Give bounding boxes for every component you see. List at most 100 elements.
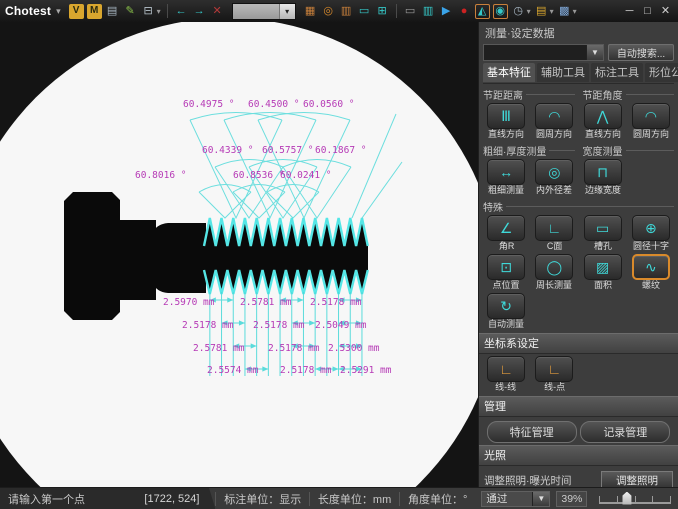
tab-3[interactable]: 标注工具 bbox=[591, 63, 643, 82]
tool-thread[interactable]: ∿螺纹 bbox=[628, 254, 674, 292]
stage-canvas[interactable]: 60.4975 °60.4500 °60.0560 °60.4339 °60.5… bbox=[0, 22, 478, 487]
special-tools: ∠角R∟C面▭槽孔⊕圆径十字 ⊡点位置◯周长测量▨面积∿螺纹 ↻ 自动测量 bbox=[483, 215, 674, 331]
width-title: 宽度测量 bbox=[583, 143, 623, 158]
tool-linear-pitch[interactable]: Ⅲ直线方向 bbox=[483, 103, 529, 141]
pass-dropdown[interactable]: 通过 ▼ bbox=[481, 491, 550, 507]
width-section-headers: 粗细·厚度测量 宽度测量 bbox=[483, 143, 674, 158]
chevron-down-icon[interactable]: ▾ bbox=[279, 4, 295, 19]
annotation-unit: 标注单位：显示 bbox=[216, 491, 309, 507]
back-arrow-icon[interactable]: ← bbox=[174, 4, 189, 19]
tool-circular-angle[interactable]: ◠圆周方向 bbox=[628, 103, 674, 141]
print-dropdown-icon[interactable]: ▾ bbox=[157, 7, 161, 16]
app-menu[interactable]: Chotest bbox=[5, 4, 51, 18]
tab-4[interactable]: 形位公差 bbox=[645, 63, 678, 82]
area-icon: ▨ bbox=[596, 260, 609, 274]
preset-combobox[interactable]: ▾ bbox=[232, 3, 296, 20]
adjust-light-button[interactable]: 调整照明 bbox=[601, 471, 673, 487]
pitch-value-label: 2.5049 mm bbox=[315, 320, 367, 331]
manage-section-bar[interactable]: 管理 bbox=[479, 396, 678, 417]
measurement-viewport[interactable]: 60.4975 °60.4500 °60.0560 °60.4339 °60.5… bbox=[0, 22, 478, 487]
tool-chamfer[interactable]: ∟C面 bbox=[531, 215, 577, 253]
forward-arrow-icon[interactable]: → bbox=[192, 4, 207, 19]
tool-label: 螺纹 bbox=[642, 281, 660, 292]
coordinate-section-bar[interactable]: 坐标系设定 bbox=[479, 333, 678, 354]
delete-icon[interactable]: ✕ bbox=[210, 4, 225, 19]
manage-buttons: 特征管理记录管理 bbox=[483, 421, 674, 443]
image-search-icon[interactable]: ▦ bbox=[303, 4, 318, 19]
tool-label: 点位置 bbox=[493, 281, 520, 292]
status-message: 请输入第一个点 bbox=[8, 491, 144, 507]
image-adjust-icon[interactable]: ▩ bbox=[557, 4, 572, 19]
maximize-icon[interactable]: □ bbox=[640, 4, 655, 19]
tool-perimeter[interactable]: ◯周长测量 bbox=[531, 254, 577, 292]
tool-line-line[interactable]: ∟线-线 bbox=[483, 356, 529, 394]
tool-edge-width[interactable]: ⊓边缘宽度 bbox=[580, 159, 626, 197]
tool-slot[interactable]: ▭槽孔 bbox=[580, 215, 626, 253]
app-menu-arrow-icon[interactable]: ▾ bbox=[56, 6, 61, 17]
linear-angle-icon: ⋀ bbox=[597, 109, 608, 123]
preset-dropdown[interactable]: ▼ bbox=[483, 44, 604, 61]
pitch-value-label: 2.5178 mm bbox=[268, 343, 320, 354]
tool-area[interactable]: ▨面积 bbox=[580, 254, 626, 292]
light-percent-field[interactable]: 39% bbox=[556, 491, 587, 507]
edit-report-icon[interactable]: ✎ bbox=[123, 4, 138, 19]
auto-detect-shape-icon[interactable]: ◭ bbox=[475, 4, 490, 19]
zoom-search-icon[interactable]: ◎ bbox=[321, 4, 336, 19]
auto-search-button[interactable]: 自动搜索... bbox=[608, 44, 674, 61]
close-icon[interactable]: ✕ bbox=[658, 4, 673, 19]
image-adjust-dropdown-icon[interactable]: ▾ bbox=[573, 7, 577, 16]
special-section-header: 特殊 bbox=[483, 199, 674, 214]
tool-point-position[interactable]: ⊡点位置 bbox=[483, 254, 529, 292]
monitor-icon[interactable]: ▭ bbox=[357, 4, 372, 19]
project-v-icon[interactable]: V bbox=[69, 4, 84, 19]
tool-auto-measure[interactable]: ↻ 自动测量 bbox=[483, 293, 529, 331]
preset-row: ▼ 自动搜索... bbox=[483, 44, 674, 61]
calibration-icon[interactable]: ⊞ bbox=[375, 4, 390, 19]
tool-linear-angle[interactable]: ⋀直线方向 bbox=[580, 103, 626, 141]
angle-value-label: 60.4339 ° bbox=[202, 145, 253, 156]
tool-label: 内外径差 bbox=[536, 186, 572, 197]
tab-1[interactable]: 基本特征 bbox=[483, 63, 535, 82]
print-icon[interactable]: ⊟ bbox=[141, 4, 156, 19]
perimeter-icon: ◯ bbox=[547, 260, 563, 274]
histogram-icon[interactable]: ▥ bbox=[339, 4, 354, 19]
pitch-value-label: 2.5781 mm bbox=[240, 297, 292, 308]
feature-manage-button[interactable]: 特征管理 bbox=[487, 421, 577, 443]
tool-line-point[interactable]: ∟线-点 bbox=[531, 356, 577, 394]
slider-thumb[interactable] bbox=[622, 492, 631, 505]
light-section-bar[interactable]: 光照 bbox=[479, 445, 678, 466]
record-manage-button[interactable]: 记录管理 bbox=[580, 421, 670, 443]
save-icon[interactable]: ▤ bbox=[105, 4, 120, 19]
auto-measure-icon: ↻ bbox=[500, 299, 512, 313]
tool-circular-pitch[interactable]: ◠圆周方向 bbox=[531, 103, 577, 141]
scan-lines-icon[interactable]: ▥ bbox=[421, 4, 436, 19]
roi-rect-icon[interactable]: ▭ bbox=[403, 4, 418, 19]
tool-thickness[interactable]: ↔粗细测量 bbox=[483, 159, 529, 197]
tool-circle-cross[interactable]: ⊕圆径十字 bbox=[628, 215, 674, 253]
tab-2[interactable]: 辅助工具 bbox=[537, 63, 589, 82]
angle-value-label: 60.4500 ° bbox=[248, 99, 299, 110]
chevron-down-icon[interactable]: ▼ bbox=[532, 492, 549, 506]
panel-tabs: 基本特征辅助工具标注工具形位公差应用工具 bbox=[483, 63, 674, 84]
timer-icon[interactable]: ◷ bbox=[511, 4, 526, 19]
angle-value-label: 60.4975 ° bbox=[183, 99, 234, 110]
chamfer-icon: ∟ bbox=[548, 221, 562, 235]
auto-detect-points-icon[interactable]: ◉ bbox=[493, 4, 508, 19]
line-line-icon: ∟ bbox=[499, 362, 513, 376]
run-icon[interactable]: ▶ bbox=[439, 4, 454, 19]
record-stop-icon[interactable]: ● bbox=[457, 4, 472, 19]
toolbar: Chotest ▾ VM▤✎⊟▾←→✕▾▦◎▥▭⊞▭▥▶●◭◉◷▾▤▾▩▾─□✕ bbox=[0, 0, 678, 22]
tool-diameter-difference[interactable]: ◎内外径差 bbox=[531, 159, 577, 197]
light-slider[interactable] bbox=[599, 490, 670, 508]
status-bar: 请输入第一个点 [1722, 524] 标注单位：显示 长度单位：mm 角度单位… bbox=[0, 487, 678, 509]
project-m-icon[interactable]: M bbox=[87, 4, 102, 19]
timer-dropdown-icon[interactable]: ▾ bbox=[527, 7, 531, 16]
chevron-down-icon[interactable]: ▼ bbox=[586, 45, 603, 60]
tool-corner-radius[interactable]: ∠角R bbox=[483, 215, 529, 253]
toolbar-icons: VM▤✎⊟▾←→✕▾▦◎▥▭⊞▭▥▶●◭◉◷▾▤▾▩▾─□✕ bbox=[69, 3, 673, 20]
layers-dropdown-icon[interactable]: ▾ bbox=[550, 7, 554, 16]
minimize-icon[interactable]: ─ bbox=[622, 4, 637, 19]
tool-label: 自动测量 bbox=[488, 320, 524, 331]
slider-tick bbox=[599, 496, 600, 504]
layers-icon[interactable]: ▤ bbox=[534, 4, 549, 19]
